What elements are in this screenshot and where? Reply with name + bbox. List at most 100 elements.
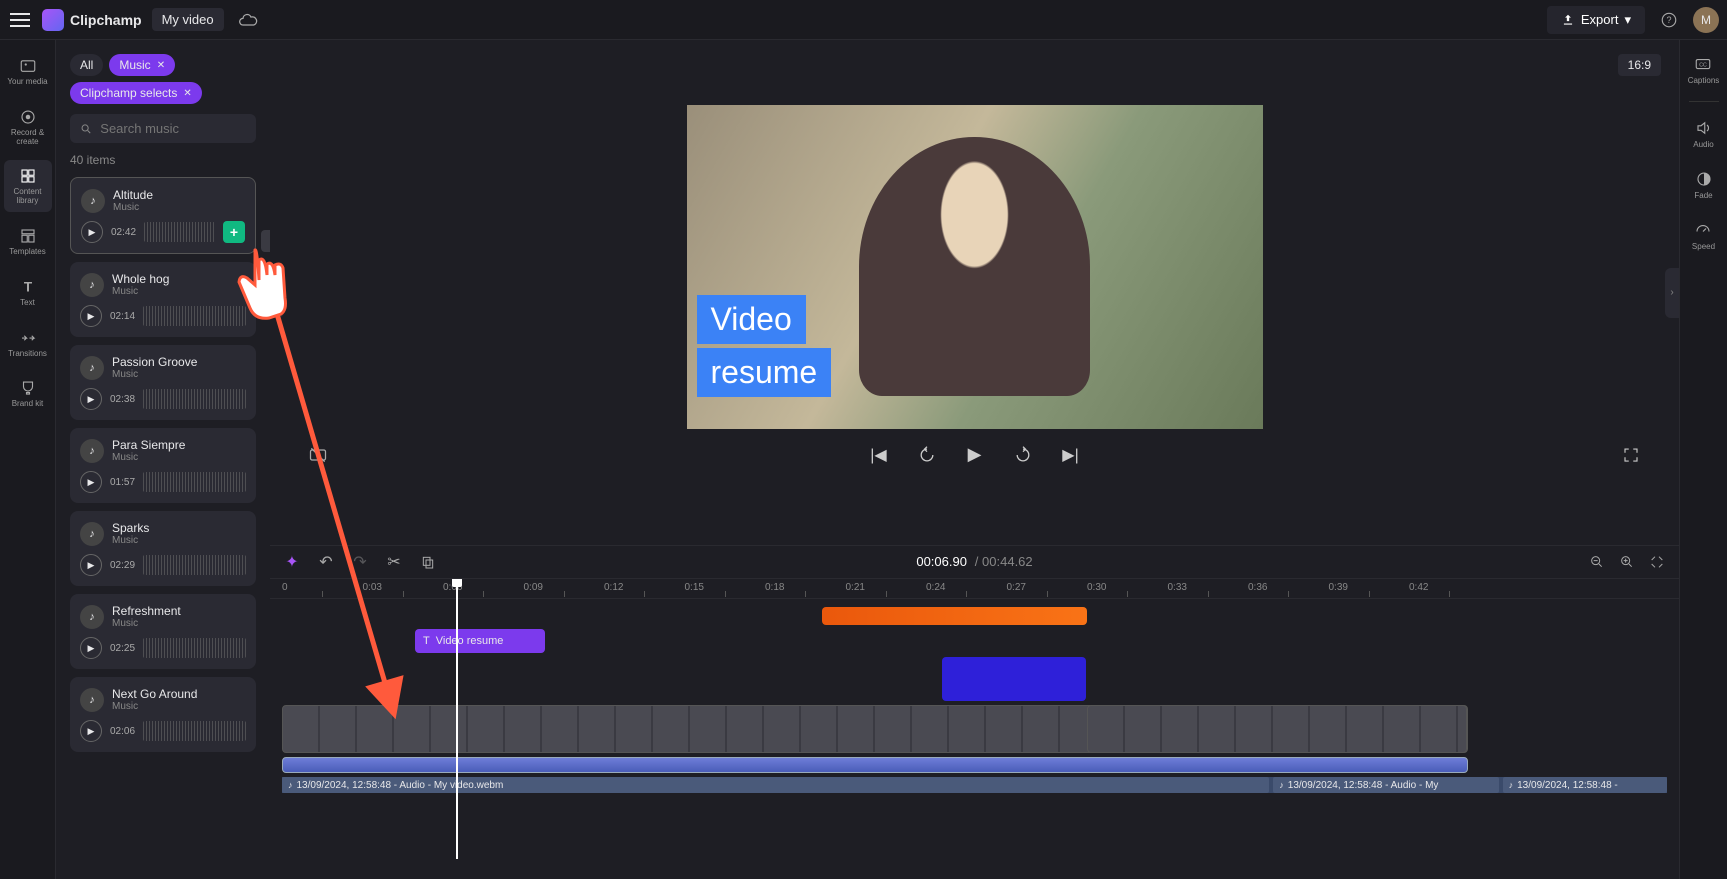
rr-captions[interactable]: CCCaptions — [1684, 50, 1724, 89]
play-button[interactable]: ▶ — [80, 388, 102, 410]
rail-your-media[interactable]: Your media — [4, 50, 52, 93]
music-item-whole-hog[interactable]: ♪Whole hogMusic ▶02:14 — [70, 262, 256, 337]
rr-fade[interactable]: Fade — [1690, 165, 1718, 204]
audio-segment-3[interactable]: ♪13/09/2024, 12:58:48 - — [1503, 777, 1667, 793]
left-rail: Your media Record & create Content libra… — [0, 40, 56, 879]
text-clip[interactable]: TVideo resume — [415, 629, 545, 653]
ruler-label: 0:33 — [1168, 582, 1187, 593]
media-icon — [18, 56, 38, 76]
speaker-icon — [1694, 118, 1714, 138]
svg-text:CC: CC — [1700, 62, 1708, 68]
skip-forward-button[interactable]: ▶| — [1057, 441, 1085, 469]
forward-button[interactable] — [1009, 441, 1037, 469]
record-icon — [18, 107, 38, 127]
waveform — [143, 555, 246, 575]
tooltip-add-to-timeline: Add to timeline — [261, 230, 270, 252]
music-item-altitude[interactable]: Add to timeline ♪ AltitudeMusic ▶ 02:42 … — [70, 177, 256, 254]
rr-speed[interactable]: Speed — [1688, 216, 1719, 255]
play-button[interactable]: ▶ — [80, 305, 102, 327]
ruler[interactable]: 00:030:060:090:120:150:180:210:240:270:3… — [270, 579, 1679, 599]
timeline[interactable]: ▾ 00:030:060:090:120:150:180:210:240:270… — [270, 579, 1679, 879]
ruler-label: 0:09 — [524, 582, 543, 593]
collapse-left-button[interactable]: ‹ — [270, 268, 284, 318]
add-to-timeline-button[interactable]: + — [223, 221, 245, 243]
magic-button[interactable]: ✦ — [282, 552, 302, 572]
music-item-para-siempre[interactable]: ♪Para SiempreMusic ▶01:57 — [70, 428, 256, 503]
brand-logo-icon — [42, 9, 64, 31]
rewind-button[interactable] — [913, 441, 941, 469]
menu-button[interactable] — [8, 8, 32, 32]
chip-music[interactable]: Music✕ — [109, 54, 175, 76]
music-icon: ♪ — [80, 439, 104, 463]
search-box[interactable] — [70, 114, 256, 143]
rail-text[interactable]: TText — [4, 271, 52, 314]
split-button[interactable]: ✂ — [384, 552, 404, 572]
music-icon: ♪ — [80, 356, 104, 380]
captions-toggle-button[interactable] — [304, 441, 332, 469]
brand[interactable]: Clipchamp — [42, 9, 142, 31]
audio-clip-main[interactable] — [282, 757, 1468, 773]
close-icon[interactable]: ✕ — [157, 60, 165, 71]
filter-chips: All Music✕ Clipchamp selects✕ — [70, 54, 256, 104]
audio-lane: ♪13/09/2024, 12:58:48 - Audio - My video… — [282, 777, 1667, 793]
ruler-label: 0:42 — [1409, 582, 1428, 593]
collapse-right-button[interactable]: › — [1665, 268, 1679, 318]
music-item-refreshment[interactable]: ♪RefreshmentMusic ▶02:25 — [70, 594, 256, 669]
export-button[interactable]: Export ▾ — [1547, 6, 1645, 34]
upload-icon — [1561, 13, 1575, 27]
fit-button[interactable] — [1647, 552, 1667, 572]
rail-record-create[interactable]: Record & create — [4, 101, 52, 153]
audio-segment-2[interactable]: ♪13/09/2024, 12:58:48 - Audio - My — [1273, 777, 1498, 793]
preview-video-image: Video resume — [687, 105, 1263, 429]
zoom-in-button[interactable] — [1617, 552, 1637, 572]
time-display: 00:06.90 / 00:44.62 — [916, 554, 1032, 570]
video-clip-2[interactable] — [1087, 705, 1467, 753]
preview-frame[interactable]: Video resume — [687, 105, 1263, 429]
play-button[interactable]: ▶ — [80, 637, 102, 659]
waveform — [143, 472, 246, 492]
music-item-next-go-around[interactable]: ♪Next Go AroundMusic ▶02:06 — [70, 677, 256, 752]
chip-clipchamp-selects[interactable]: Clipchamp selects✕ — [70, 82, 202, 104]
cloud-sync-icon[interactable] — [234, 6, 262, 34]
aspect-ratio-button[interactable]: 16:9 — [1618, 54, 1661, 76]
music-icon: ♪ — [81, 189, 105, 213]
brand-name: Clipchamp — [70, 12, 142, 28]
chevron-down-icon: ▾ — [1624, 12, 1631, 28]
search-icon — [80, 122, 92, 136]
help-button[interactable]: ? — [1655, 6, 1683, 34]
fullscreen-button[interactable] — [1617, 441, 1645, 469]
play-button[interactable]: ▶ — [80, 554, 102, 576]
audio-segment-1[interactable]: ♪13/09/2024, 12:58:48 - Audio - My video… — [282, 777, 1269, 793]
redo-button[interactable]: ↷ — [350, 552, 370, 572]
avatar[interactable]: M — [1693, 7, 1719, 33]
search-input[interactable] — [100, 121, 246, 136]
play-button[interactable]: ▶ — [961, 441, 989, 469]
right-rail: CCCaptions Audio Fade Speed — [1679, 40, 1727, 879]
play-button[interactable]: ▶ — [80, 720, 102, 742]
playhead[interactable] — [456, 579, 458, 859]
clip-orange[interactable] — [822, 607, 1087, 625]
copy-button[interactable] — [418, 552, 438, 572]
rail-transitions[interactable]: Transitions — [4, 322, 52, 365]
skip-back-button[interactable]: |◀ — [865, 441, 893, 469]
rail-brand-kit[interactable]: Brand kit — [4, 372, 52, 415]
clip-blue[interactable] — [942, 657, 1086, 701]
undo-button[interactable]: ↶ — [316, 552, 336, 572]
rail-content-library[interactable]: Content library — [4, 160, 52, 212]
play-button[interactable]: ▶ — [80, 471, 102, 493]
waveform — [143, 721, 246, 741]
chip-all[interactable]: All — [70, 54, 103, 76]
project-name[interactable]: My video — [152, 8, 224, 31]
play-button[interactable]: ▶ — [81, 221, 103, 243]
timeline-toolbar: ✦ ↶ ↷ ✂ 00:06.90 / 00:44.62 — [270, 545, 1679, 579]
rr-audio[interactable]: Audio — [1689, 114, 1717, 153]
ruler-label: 0:24 — [926, 582, 945, 593]
ruler-label: 0:18 — [765, 582, 784, 593]
music-item-sparks[interactable]: ♪SparksMusic ▶02:29 — [70, 511, 256, 586]
zoom-out-button[interactable] — [1587, 552, 1607, 572]
rail-templates[interactable]: Templates — [4, 220, 52, 263]
music-item-passion-groove[interactable]: ♪Passion GrooveMusic ▶02:38 — [70, 345, 256, 420]
music-icon: ♪ — [80, 273, 104, 297]
library-icon — [18, 166, 38, 186]
close-icon[interactable]: ✕ — [183, 88, 191, 99]
